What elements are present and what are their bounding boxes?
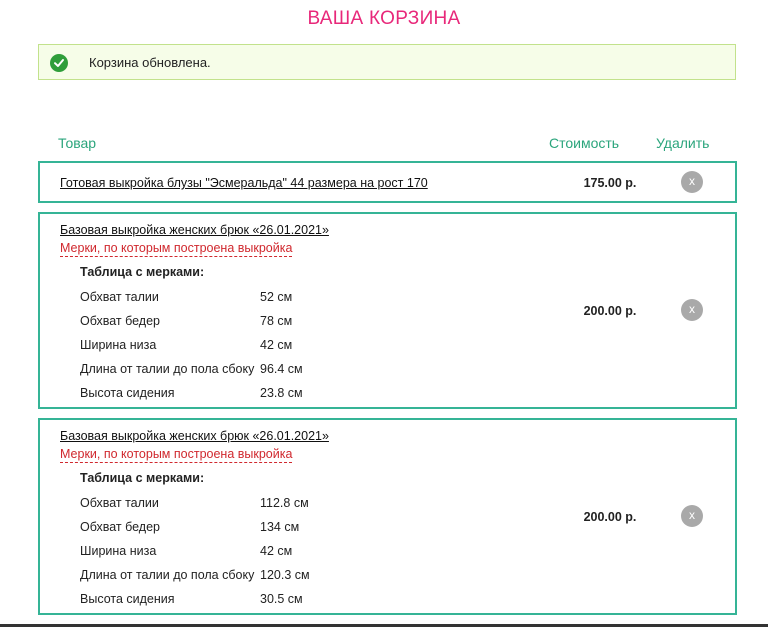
measurements-table-title: Таблица с мерками: bbox=[80, 471, 205, 485]
item-price: 175.00 р. bbox=[583, 176, 637, 190]
measurement-label: Длина от талии до пола сбоку bbox=[80, 568, 255, 582]
measurement-value: 30.5 см bbox=[260, 592, 303, 606]
measurements-table-title: Таблица с мерками: bbox=[80, 265, 205, 279]
measurement-label: Обхват бедер bbox=[80, 520, 160, 534]
remove-item-button[interactable]: x bbox=[681, 171, 703, 193]
cart-item: Базовая выкройка женских брюк «26.01.202… bbox=[38, 212, 737, 409]
measurement-row: Ширина низа 42 см bbox=[80, 539, 310, 563]
column-header-product: Товар bbox=[58, 135, 97, 151]
notice-message: Корзина обновлена. bbox=[89, 55, 211, 70]
measurement-row: Высота сидения 30.5 см bbox=[80, 587, 310, 611]
measurement-value: 42 см bbox=[260, 338, 293, 352]
measurement-value: 134 см bbox=[260, 520, 300, 534]
column-header-remove: Удалить bbox=[656, 135, 710, 151]
measurements-table: Обхват талии 52 см Обхват бедер 78 см Шири… bbox=[80, 285, 303, 405]
product-name-link[interactable]: Базовая выкройка женских брюк «26.01.202… bbox=[60, 429, 329, 443]
measurement-label: Обхват талии bbox=[80, 496, 159, 510]
measurement-label: Обхват бедер bbox=[80, 314, 160, 328]
item-price: 200.00 р. bbox=[583, 304, 637, 318]
cart-item: Готовая выкройка блузы "Эсмеральда" 44 р… bbox=[38, 161, 737, 203]
measurements-link[interactable]: Мерки, по которым построена выкройка bbox=[60, 447, 293, 463]
measurement-value: 96.4 см bbox=[260, 362, 303, 376]
measurement-row: Длина от талии до пола сбоку 120.3 см bbox=[80, 563, 310, 587]
measurement-value: 78 см bbox=[260, 314, 293, 328]
measurement-label: Длина от талии до пола сбоку bbox=[80, 362, 255, 376]
measurements-table: Обхват талии 112.8 см Обхват бедер 134 см … bbox=[80, 491, 310, 611]
measurement-row: Обхват талии 52 см bbox=[80, 285, 303, 309]
measurements-link[interactable]: Мерки, по которым построена выкройка bbox=[60, 241, 293, 257]
column-header-cost: Стоимость bbox=[549, 135, 620, 151]
measurement-label: Обхват талии bbox=[80, 290, 159, 304]
measurement-row: Обхват бедер 78 см bbox=[80, 309, 303, 333]
measurement-value: 52 см bbox=[260, 290, 293, 304]
measurement-row: Высота сидения 23.8 см bbox=[80, 381, 303, 405]
measurement-value: 120.3 см bbox=[260, 568, 310, 582]
check-circle-icon bbox=[50, 54, 68, 72]
measurement-value: 42 см bbox=[260, 544, 293, 558]
measurement-label: Ширина низа bbox=[80, 338, 157, 352]
measurement-value: 112.8 см bbox=[260, 496, 309, 510]
measurement-label: Ширина низа bbox=[80, 544, 157, 558]
cart-item: Базовая выкройка женских брюк «26.01.202… bbox=[38, 418, 737, 615]
measurement-value: 23.8 см bbox=[260, 386, 303, 400]
item-price: 200.00 р. bbox=[583, 510, 637, 524]
measurement-row: Обхват бедер 134 см bbox=[80, 515, 310, 539]
measurement-label: Высота сидения bbox=[80, 386, 175, 400]
measurement-row: Обхват талии 112.8 см bbox=[80, 491, 310, 515]
measurement-row: Ширина низа 42 см bbox=[80, 333, 303, 357]
remove-item-button[interactable]: x bbox=[681, 505, 703, 527]
measurement-label: Высота сидения bbox=[80, 592, 175, 606]
product-name-link[interactable]: Готовая выкройка блузы "Эсмеральда" 44 р… bbox=[60, 176, 428, 190]
measurement-row: Длина от талии до пола сбоку 96.4 см bbox=[80, 357, 303, 381]
product-name-link[interactable]: Базовая выкройка женских брюк «26.01.202… bbox=[60, 223, 329, 237]
page-title: ВАША КОРЗИНА bbox=[307, 8, 461, 29]
remove-item-button[interactable]: x bbox=[681, 299, 703, 321]
cart-updated-notice: Корзина обновлена. bbox=[38, 44, 736, 80]
